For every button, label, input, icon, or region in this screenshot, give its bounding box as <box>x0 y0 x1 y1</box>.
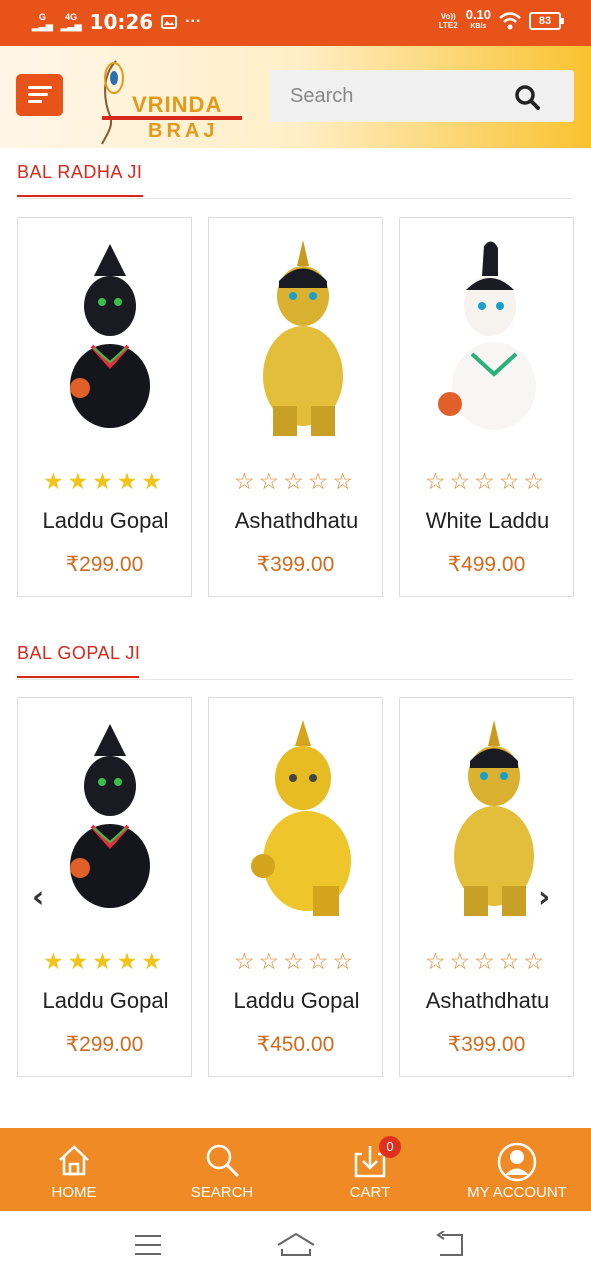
section-divider <box>17 679 573 680</box>
logo-text-braj: BRAJ <box>148 120 219 142</box>
account-icon <box>497 1142 537 1182</box>
section-underline <box>17 676 139 678</box>
gallery-icon <box>161 15 178 29</box>
nav-search-label: SEARCH <box>190 1184 254 1201</box>
product-card[interactable]: ★★★★★ Laddu Gopal ₹299.00 <box>17 217 192 597</box>
product-card[interactable]: ☆☆☆☆☆ Ashathdhatu ₹399.00 <box>208 217 383 597</box>
status-left: G ▂▃▅ 4G ▂▃▅ 10:26 ··· <box>32 10 201 34</box>
menu-icon <box>28 86 52 89</box>
brand-logo[interactable]: VRINDA BRAJ <box>92 56 252 146</box>
nav-account[interactable]: MY ACCOUNT <box>443 1128 591 1211</box>
product-name[interactable]: Laddu Gopal <box>219 988 374 1014</box>
nav-search[interactable]: SEARCH <box>148 1128 296 1211</box>
rating-stars: ★★★★★ <box>42 468 167 494</box>
signal-4g-icon: 4G ▂▃▅ <box>60 12 82 31</box>
product-price: ₹299.00 <box>65 1033 144 1056</box>
bottom-nav: HOME SEARCH 0 CART MY ACCOUNT <box>0 1128 591 1211</box>
product-name[interactable]: Ashathdhatu <box>219 508 374 534</box>
rating-stars: ☆☆☆☆☆ <box>233 948 358 974</box>
menu-button[interactable] <box>16 74 63 116</box>
rating-stars: ☆☆☆☆☆ <box>424 948 549 974</box>
product-price: ₹399.00 <box>256 553 335 576</box>
product-price: ₹499.00 <box>447 553 526 576</box>
more-icon: ··· <box>185 13 202 30</box>
nav-home-label: HOME <box>51 1184 97 1201</box>
back-icon[interactable] <box>434 1231 466 1259</box>
product-card[interactable]: ☆☆☆☆☆ White Laddu ₹499.00 <box>399 217 574 597</box>
nav-home[interactable]: HOME <box>0 1128 148 1211</box>
product-price: ₹399.00 <box>447 1033 526 1056</box>
recent-apps-icon[interactable] <box>134 1233 162 1257</box>
system-nav-bar <box>0 1211 591 1280</box>
status-bar: G ▂▃▅ 4G ▂▃▅ 10:26 ··· Vo)) LTE2 0.10 KB/s 8… <box>0 0 591 46</box>
search-bar[interactable] <box>270 70 574 122</box>
product-name[interactable]: Laddu Gopal <box>28 988 183 1014</box>
logo-text-vrinda: VRINDA <box>132 92 223 117</box>
peacock-feather-icon <box>101 60 124 145</box>
product-image[interactable] <box>414 236 561 446</box>
nav-cart[interactable]: 0 CART <box>296 1128 444 1211</box>
section-title-bal-radha: BAL RADHA JI <box>17 162 143 182</box>
search-input[interactable] <box>290 82 510 110</box>
rating-stars: ☆☆☆☆☆ <box>233 468 358 494</box>
battery-icon: 83 <box>529 12 564 30</box>
rating-stars: ☆☆☆☆☆ <box>424 468 549 494</box>
network-speed: 0.10 KB/s <box>465 7 491 30</box>
product-image[interactable] <box>32 716 179 926</box>
volte-indicator: Vo)) LTE2 <box>438 12 458 30</box>
section-title-bal-gopal: BAL GOPAL JI <box>17 643 141 663</box>
search-icon <box>206 1144 239 1177</box>
clock: 10:26 <box>89 10 154 34</box>
signal-icon: G ▂▃▅ <box>32 12 53 31</box>
nav-cart-label: CART <box>349 1184 391 1201</box>
product-price: ₹299.00 <box>65 553 144 576</box>
section-underline <box>17 195 143 197</box>
wifi-icon <box>499 12 521 30</box>
status-right: Vo)) LTE2 0.10 KB/s 83 <box>438 7 564 33</box>
home-system-icon[interactable] <box>276 1231 316 1259</box>
app-header: VRINDA BRAJ <box>0 46 591 148</box>
product-card[interactable]: ☆☆☆☆☆ Laddu Gopal ₹450.00 <box>208 697 383 1077</box>
nav-account-label: MY ACCOUNT <box>467 1184 567 1201</box>
product-name[interactable]: White Laddu <box>410 508 565 534</box>
section-divider <box>17 198 573 199</box>
product-name[interactable]: Laddu Gopal <box>28 508 183 534</box>
chevron-right-icon[interactable]: › <box>538 880 550 915</box>
rating-stars: ★★★★★ <box>42 948 167 974</box>
cart-count-badge: 0 <box>379 1136 401 1158</box>
product-name[interactable]: Ashathdhatu <box>410 988 565 1014</box>
search-icon[interactable] <box>514 84 540 110</box>
product-image[interactable] <box>223 716 370 926</box>
home-icon <box>59 1145 89 1176</box>
product-image[interactable] <box>32 236 179 446</box>
product-price: ₹450.00 <box>256 1033 335 1056</box>
product-image[interactable] <box>223 236 370 446</box>
chevron-left-icon[interactable]: ‹ <box>32 880 44 915</box>
